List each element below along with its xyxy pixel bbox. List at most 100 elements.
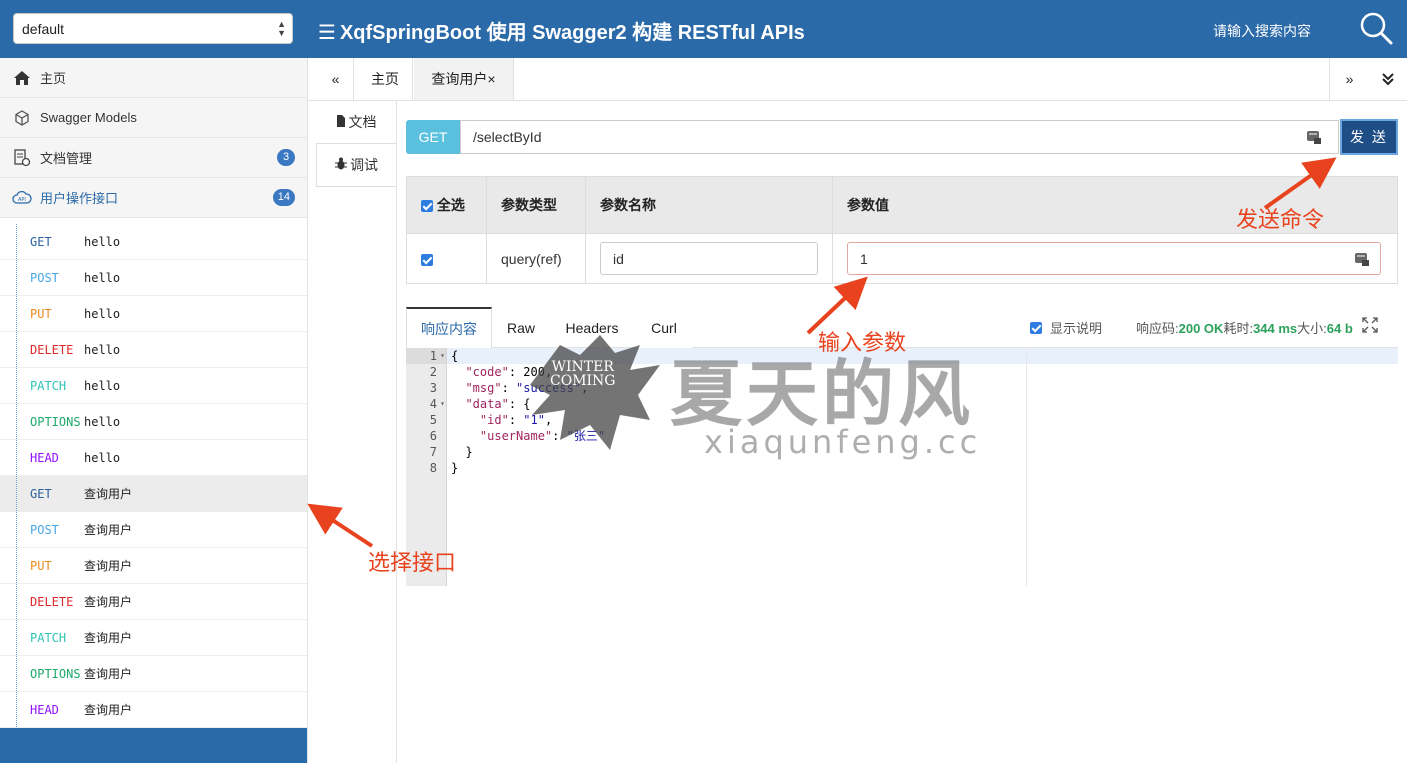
cloud-api-icon: API: [12, 189, 32, 207]
tab-scroll-left-button[interactable]: «: [318, 58, 354, 100]
keyboard-icon[interactable]: [1354, 251, 1370, 267]
tab-response-content[interactable]: 响应内容: [406, 307, 492, 349]
api-row-post[interactable]: POST 查询用户: [0, 512, 307, 548]
param-name-input[interactable]: id: [600, 242, 818, 275]
api-name: hello: [84, 270, 121, 285]
api-name: 查询用户: [84, 595, 133, 609]
api-row-put[interactable]: PUT hello: [0, 296, 307, 332]
api-method: GET: [30, 234, 52, 249]
sidebar-footer: [0, 728, 307, 763]
sidebar-item-doc-manage[interactable]: 文档管理 3: [0, 138, 307, 178]
line-number: 1 ▾: [406, 348, 446, 364]
sidebar-item-user-api[interactable]: API 用户操作接口 14: [0, 178, 307, 218]
api-method: POST: [30, 522, 59, 537]
param-check-cell[interactable]: [406, 233, 487, 284]
fullscreen-icon[interactable]: [1362, 317, 1378, 333]
select-arrows-icon: ▲ ▼: [277, 19, 286, 38]
tab-raw[interactable]: Raw: [494, 307, 548, 348]
select-all-header[interactable]: 全选: [406, 176, 487, 234]
tab-label: 调试: [350, 157, 378, 173]
tab-doc[interactable]: 文档: [316, 101, 396, 143]
api-row-patch[interactable]: PATCH 查询用户: [0, 620, 307, 656]
search-icon[interactable]: [1358, 10, 1394, 46]
response-editor[interactable]: 1 ▾ 2 3 4 ▾ 5 6 7 8 { "code": 200, "msg": …: [406, 348, 1398, 586]
api-row-head[interactable]: HEAD 查询用户: [0, 692, 307, 728]
tab-headers[interactable]: Headers: [552, 307, 632, 348]
api-name: 查询用户: [84, 523, 133, 537]
api-name: 查询用户: [84, 631, 133, 645]
api-method: OPTIONS: [30, 666, 81, 681]
api-row-options[interactable]: OPTIONS 查询用户: [0, 656, 307, 692]
doc-settings-icon: [12, 148, 32, 167]
api-method: DELETE: [30, 342, 74, 357]
url-input[interactable]: /selectById: [460, 120, 1339, 154]
param-type-cell: query(ref): [486, 233, 586, 284]
param-type-header: 参数类型: [486, 176, 586, 234]
api-name: hello: [84, 342, 121, 357]
search-input[interactable]: 请输入搜索内容: [1213, 21, 1311, 41]
sidebar-item-label: 主页: [40, 71, 67, 86]
api-name: 查询用户: [84, 559, 133, 573]
show-desc-label: 显示说明: [1050, 321, 1103, 336]
chevron-down-icon[interactable]: [1369, 58, 1407, 100]
api-method: HEAD: [30, 702, 59, 717]
api-name: hello: [84, 234, 121, 249]
show-desc-toggle[interactable]: 显示说明: [1030, 318, 1102, 337]
api-row-get[interactable]: GET 查询用户: [0, 476, 307, 512]
api-method: PUT: [30, 558, 52, 573]
api-method: PUT: [30, 306, 52, 321]
line-number: 8: [429, 461, 437, 475]
param-value-cell: 1: [832, 233, 1398, 284]
api-name: 查询用户: [84, 667, 133, 681]
send-button[interactable]: 发 送: [1340, 119, 1398, 155]
select-all-checkbox[interactable]: [421, 200, 433, 213]
api-row-delete[interactable]: DELETE 查询用户: [0, 584, 307, 620]
menu-toggle-icon[interactable]: ☰: [318, 20, 336, 45]
tab-home[interactable]: 主页: [358, 58, 413, 100]
code-line: }: [451, 461, 459, 475]
group-select[interactable]: default ▲ ▼: [13, 13, 293, 44]
line-number: 3: [429, 381, 437, 395]
param-row: query(ref) id 1: [406, 233, 1398, 284]
tab-curl[interactable]: Curl: [636, 307, 692, 348]
api-name: 查询用户: [84, 703, 133, 717]
api-method: DELETE: [30, 594, 74, 609]
api-row-post[interactable]: POST hello: [0, 260, 307, 296]
code-line: "id": "1",: [479, 413, 553, 427]
api-row-get[interactable]: GET hello: [0, 224, 307, 260]
show-desc-checkbox[interactable]: [1030, 321, 1042, 334]
annotation-select: 选择接口: [368, 550, 457, 575]
api-row-options[interactable]: OPTIONS hello: [0, 404, 307, 440]
api-row-delete[interactable]: DELETE hello: [0, 332, 307, 368]
api-row-patch[interactable]: PATCH hello: [0, 368, 307, 404]
api-row-put[interactable]: PUT 查询用户: [0, 548, 307, 584]
time-label: 耗时:: [1223, 321, 1254, 336]
sidebar-item-label: Swagger Models: [40, 110, 137, 125]
code-line: "msg": "success",: [465, 381, 589, 395]
tab-scroll-right-button[interactable]: »: [1329, 58, 1369, 100]
line-number: 4 ▾: [429, 397, 445, 411]
svg-text:API: API: [18, 197, 26, 203]
api-name: hello: [84, 306, 121, 321]
close-icon[interactable]: ×: [487, 71, 495, 87]
sidebar-item-label: 文档管理: [40, 151, 93, 166]
keyboard-icon[interactable]: [1306, 129, 1322, 145]
api-row-head[interactable]: HEAD hello: [0, 440, 307, 476]
param-value-input[interactable]: 1: [847, 242, 1381, 275]
app-title-text: XqfSpringBoot 使用 Swagger2 构建 RESTful API…: [339, 22, 805, 44]
doc-tabs: 文档 调试: [316, 101, 396, 187]
size-label: 大小:: [1297, 321, 1327, 336]
api-method: PATCH: [30, 378, 67, 393]
cube-icon: [12, 109, 32, 127]
param-checkbox[interactable]: [421, 253, 433, 266]
arrow-to-api: [307, 503, 374, 548]
line-number: 7: [429, 445, 437, 459]
api-name: hello: [84, 378, 121, 393]
line-number: 6: [429, 429, 437, 443]
sidebar-item-home[interactable]: 主页: [0, 58, 307, 98]
code-area: { "code": 200, "msg": "success", "data":…: [447, 348, 1398, 476]
annotation-input: 输入参数: [818, 330, 907, 355]
tab-debug[interactable]: 调试: [316, 143, 396, 187]
tab-query-user[interactable]: 查询用户 ×: [414, 58, 514, 100]
sidebar-item-swagger-models[interactable]: Swagger Models: [0, 98, 307, 138]
